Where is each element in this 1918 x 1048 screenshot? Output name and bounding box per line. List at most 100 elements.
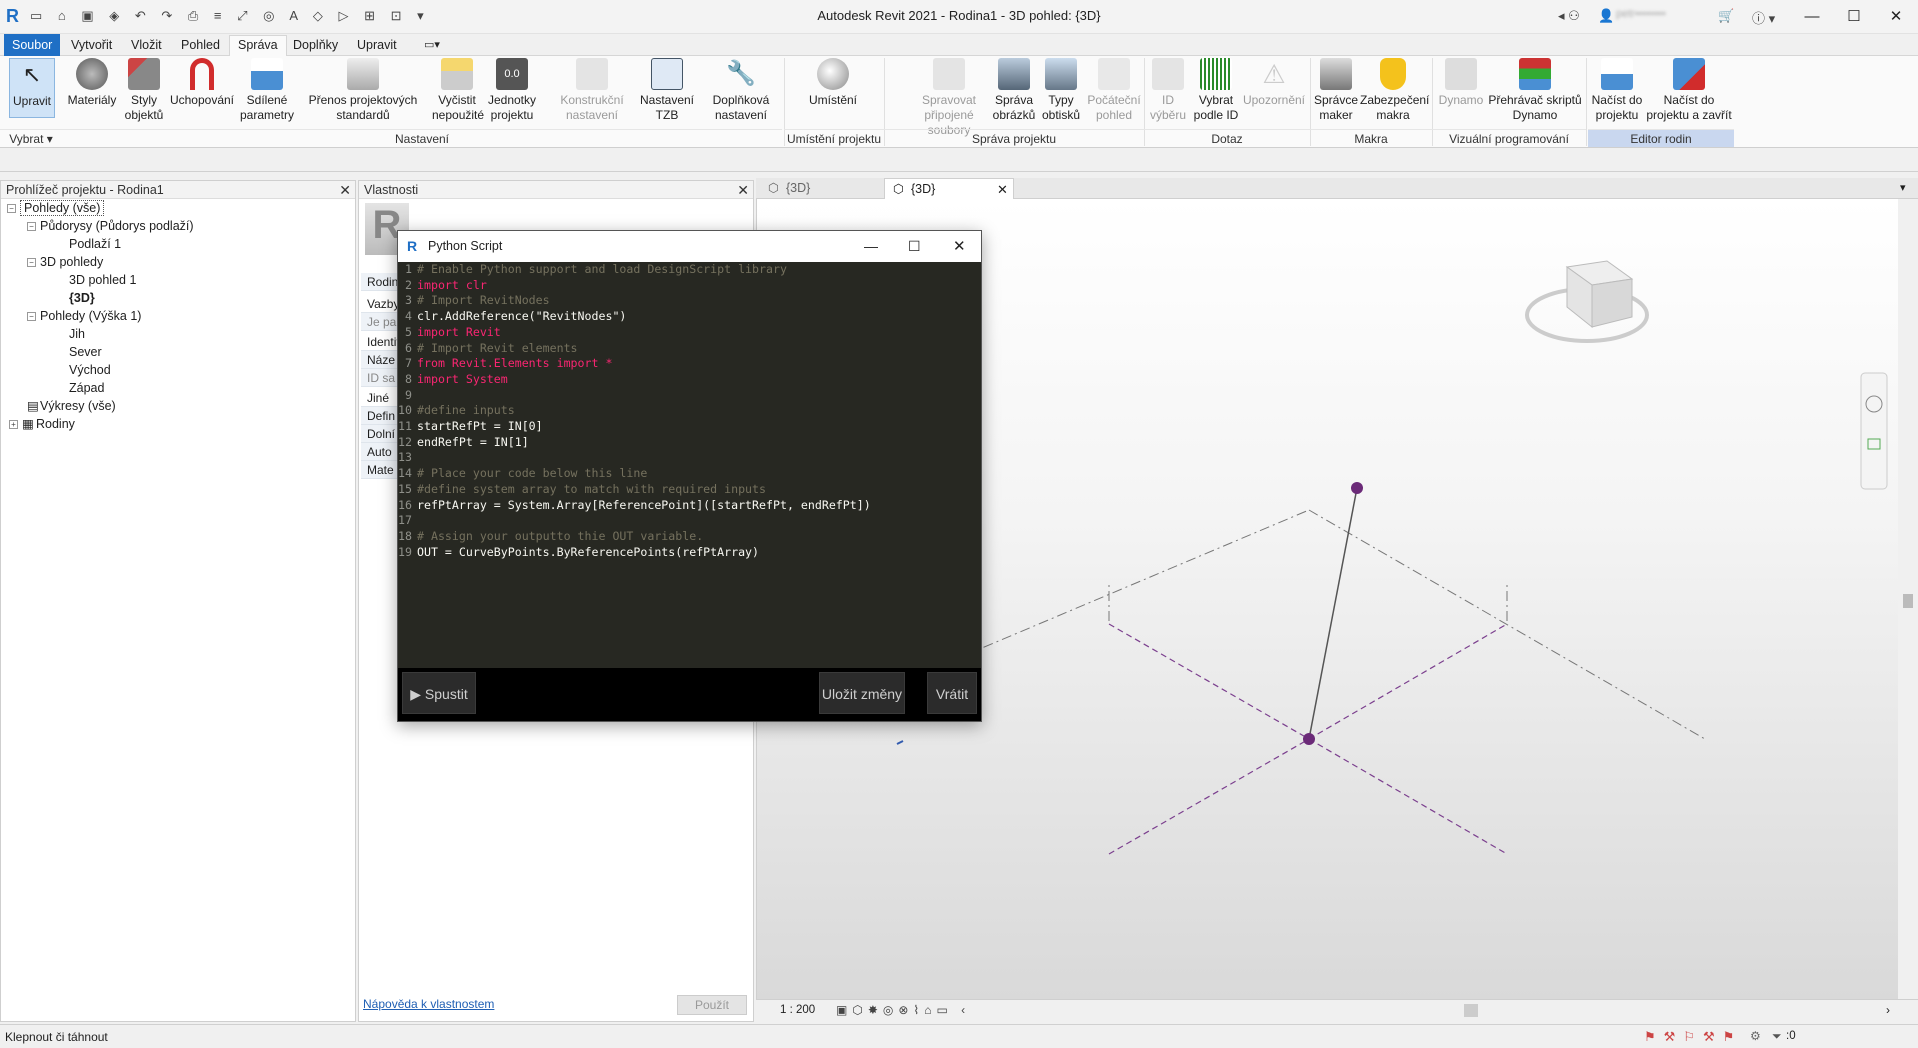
transfer-standards-button[interactable]: Přenos projektových standardů: [298, 58, 428, 123]
code-line: # Place your code below this line: [417, 466, 648, 481]
snaps-button[interactable]: Uchopování: [168, 58, 236, 108]
tab-vlozit[interactable]: Vložit: [123, 36, 170, 56]
cart-icon[interactable]: 🛒: [1718, 8, 1734, 26]
expand-icon[interactable]: +: [9, 420, 18, 429]
horizontal-scroll-thumb[interactable]: [1464, 1004, 1478, 1017]
help-icon[interactable]: ⓘ ▾: [1752, 8, 1775, 26]
code-editor[interactable]: 1 # Enable Python support and load Design…: [398, 262, 981, 668]
tree-west[interactable]: Západ: [69, 379, 104, 397]
tab-vytvorit[interactable]: Vytvořit: [63, 36, 120, 56]
minimize-button[interactable]: —: [1792, 4, 1832, 30]
close-icon[interactable]: ✕: [339, 181, 351, 199]
tree-north[interactable]: Sever: [69, 343, 102, 361]
view-control-icons[interactable]: ▣⬡✸◎⊗⌇⌂▭ ‹: [836, 1003, 970, 1017]
mep-settings-button[interactable]: Nastavení TZB: [636, 58, 698, 123]
prop-row[interactable]: Jiné: [361, 389, 401, 407]
tree-label: Pohledy (Výška 1): [40, 309, 142, 323]
dialog-close-button[interactable]: ✕: [953, 231, 966, 262]
tab-menu-icon[interactable]: ▾: [1900, 181, 1906, 194]
manage-links-button: Spravovat připojené soubory: [904, 58, 994, 138]
dialog-minimize-button[interactable]: —: [864, 231, 878, 262]
collapse-icon[interactable]: −: [27, 222, 36, 231]
project-browser-header: Prohlížeč projektu - Rodina1 ✕: [1, 181, 355, 199]
view-scale[interactable]: 1 : 200: [780, 1004, 815, 1016]
maximize-button[interactable]: ☐: [1834, 4, 1874, 30]
prop-row[interactable]: Auto: [361, 443, 401, 461]
close-icon[interactable]: ✕: [737, 181, 749, 199]
close-button[interactable]: ✕: [1876, 4, 1916, 30]
tree-3d-view-1[interactable]: 3D pohled 1: [69, 271, 136, 289]
manage-images-button[interactable]: Správa obrázků: [990, 58, 1038, 123]
decal-types-button[interactable]: Typy obtisků: [1038, 58, 1084, 123]
navigation-bar[interactable]: [1860, 372, 1888, 490]
close-icon[interactable]: ✕: [997, 179, 1008, 200]
viewcube[interactable]: [1525, 260, 1649, 343]
code-line: from Revit.Elements import *: [417, 356, 613, 371]
dialog-maximize-button[interactable]: ☐: [908, 231, 921, 262]
tree-3d-default[interactable]: {3D}: [69, 289, 95, 307]
tree-east[interactable]: Východ: [69, 361, 111, 379]
macro-manager-button[interactable]: Správce maker: [1312, 58, 1360, 123]
status-icons[interactable]: ⚑⚒⚐⚒⚑: [1644, 1029, 1742, 1045]
revert-button[interactable]: Vrátit: [927, 672, 977, 714]
contextual-tab-icon[interactable]: ▭▾: [416, 36, 448, 56]
prop-row[interactable]: Rodin: [361, 273, 401, 291]
collapse-icon[interactable]: −: [27, 312, 36, 321]
load-and-close-button[interactable]: Načíst do projektu a zavřít: [1646, 58, 1732, 123]
prop-row[interactable]: Identif: [361, 333, 401, 351]
run-button[interactable]: ▶ Spustit: [402, 672, 476, 714]
tab-pohled[interactable]: Pohled: [173, 36, 228, 56]
prop-row[interactable]: ID sa: [361, 369, 401, 387]
shared-params-button[interactable]: Sdílené parametry: [236, 58, 298, 123]
user-name[interactable]: petr••••••••: [1616, 8, 1666, 26]
prop-row[interactable]: Vazby: [361, 295, 401, 313]
properties-help-link[interactable]: Nápověda k vlastnostem: [363, 997, 494, 1011]
save-changes-button[interactable]: Uložit změny: [819, 672, 905, 714]
load-into-project-button[interactable]: Načíst do projektu: [1588, 58, 1646, 123]
view-tab-3d-inactive[interactable]: ⬡ {3D}: [760, 178, 886, 199]
tree-views-all[interactable]: − Pohledy (vše): [7, 199, 105, 217]
prop-row[interactable]: Mate: [361, 461, 401, 479]
end-reference-point[interactable]: [1351, 482, 1363, 494]
tab-soubor[interactable]: Soubor: [4, 34, 61, 56]
prop-row[interactable]: Náze: [361, 351, 401, 369]
apply-button[interactable]: Použít: [677, 995, 747, 1015]
tree-south[interactable]: Jih: [69, 325, 85, 343]
purge-button[interactable]: Vyčistit nepoužité: [432, 58, 484, 123]
tab-sprava[interactable]: Správa: [229, 35, 287, 56]
user-icon[interactable]: 👤: [1598, 8, 1614, 26]
code-line: OUT = CurveByPoints.ByReferencePoints(re…: [417, 544, 760, 559]
scroll-right-icon[interactable]: ›: [1886, 1003, 1890, 1017]
prop-row[interactable]: Dolní: [361, 425, 401, 443]
prop-row[interactable]: Defin: [361, 407, 401, 425]
tree-sheets[interactable]: ▤Výkresy (vše): [27, 397, 116, 415]
dynamo-player-button[interactable]: Přehrávač skriptů Dynamo: [1488, 58, 1582, 123]
scroll-thumb[interactable]: [1903, 594, 1913, 608]
modify-button[interactable]: ↖ Upravit: [9, 58, 55, 118]
collapse-icon[interactable]: −: [7, 204, 16, 213]
prop-row[interactable]: Je pa: [361, 313, 401, 331]
macro-security-button[interactable]: Zabezpečení makra: [1360, 58, 1429, 123]
select-by-id-button[interactable]: Vybrat podle ID: [1190, 58, 1242, 123]
tree-families[interactable]: + ▦ Rodiny: [9, 415, 75, 433]
tree-elevations[interactable]: − Pohledy (Výška 1): [27, 307, 141, 325]
tree-level-1[interactable]: Podlaží 1: [69, 235, 121, 253]
tab-upravit[interactable]: Upravit: [349, 36, 405, 56]
binoculars-icon[interactable]: ◂ ⚇: [1558, 8, 1580, 26]
tree-floor-plans[interactable]: − Půdorysy (Půdorys podlaží): [27, 217, 194, 235]
group-vybrat[interactable]: Vybrat ▾: [0, 129, 62, 147]
tab-doplnky[interactable]: Doplňky: [285, 36, 346, 56]
curve-by-points-line[interactable]: [1308, 487, 1358, 740]
additional-settings-button[interactable]: 🔧 Doplňková nastavení: [706, 58, 776, 123]
collapse-icon[interactable]: −: [27, 258, 36, 267]
location-button[interactable]: Umístění: [800, 58, 866, 108]
gear-icon[interactable]: ⚙: [1750, 1029, 1761, 1043]
start-reference-point[interactable]: [1303, 733, 1315, 745]
view-tab-3d-active[interactable]: ⬡ {3D} ✕: [884, 178, 1014, 199]
viewport-scrollbar[interactable]: [1898, 199, 1918, 999]
object-styles-button[interactable]: Styly objektů: [122, 58, 166, 123]
materials-button[interactable]: Materiály: [65, 58, 119, 108]
filter-icon[interactable]: ⏷: [1772, 1029, 1782, 1044]
project-units-button[interactable]: 0.0 Jednotky projektu: [486, 58, 538, 123]
tree-3d-views[interactable]: −3D pohledy: [27, 253, 103, 271]
